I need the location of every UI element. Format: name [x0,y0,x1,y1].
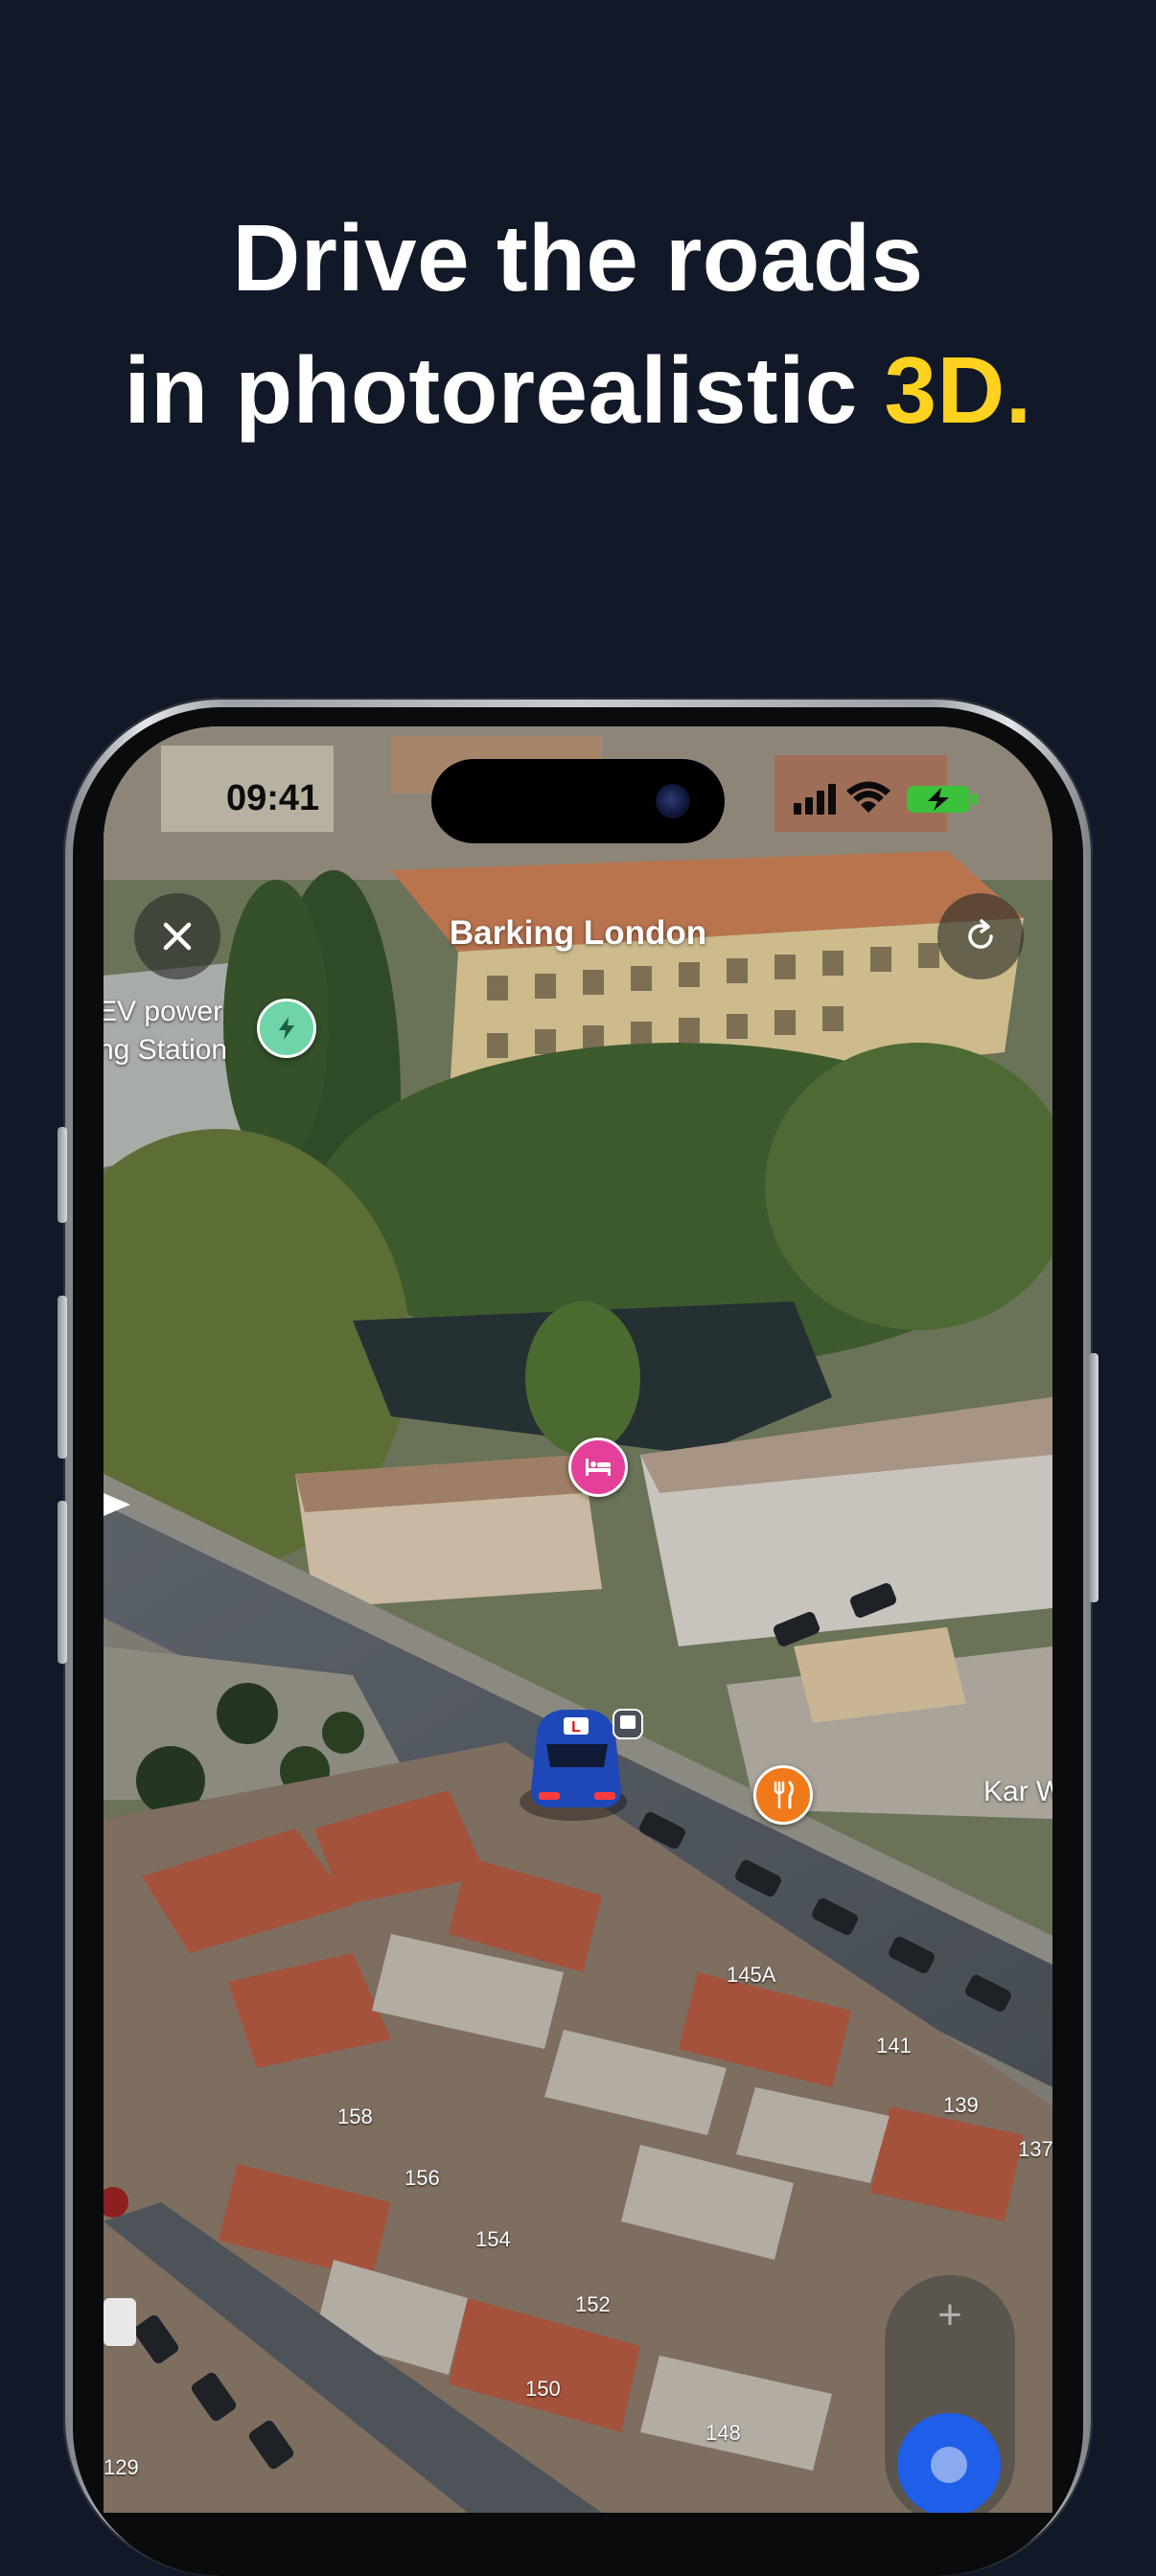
headline-accent: 3D. [884,337,1032,443]
front-camera-icon [656,784,690,818]
zoom-in-button[interactable]: + [885,2294,1015,2336]
map-3d-view[interactable]: L [104,726,1052,2513]
house-number: 145A [727,1963,776,1987]
house-number: 139 [943,2093,979,2117]
refresh-icon [968,919,993,949]
house-number: 148 [705,2421,741,2445]
bus-stop-icon [613,1709,643,1739]
power-button [1089,1353,1098,1602]
poi-pin-hotel[interactable] [568,1438,628,1497]
headline-line-2: in photorealistic 3D. [0,324,1156,456]
phone-screen: L 09:41 Barking London EV power ng Stati… [104,726,1052,2513]
house-number: 152 [575,2292,611,2316]
action-button [58,1127,67,1223]
poi-label-restaurant[interactable]: Kar W [983,1773,1052,1811]
status-icons [794,781,978,815]
house-number: 141 [876,2034,912,2058]
house-number: 154 [475,2227,511,2251]
restaurant-icon [774,1781,794,1809]
poi-label-ev-station[interactable]: EV power ng Station [104,993,227,1070]
house-number: 156 [405,2166,440,2190]
volume-down-button [58,1501,67,1664]
ev-charging-icon [279,1017,294,1040]
poi-pin-ev-station[interactable] [257,999,316,1058]
headline-line-1: Drive the roads [232,205,924,310]
signal-icon [794,784,836,815]
house-number: 150 [525,2377,561,2401]
volume-up-button [58,1296,67,1459]
headline-line-2-text: in photorealistic [124,337,885,443]
status-time: 09:41 [226,778,320,818]
locate-icon [931,2447,967,2483]
refresh-button[interactable] [937,893,1024,979]
hotel-bed-icon [586,1459,611,1476]
house-number: 158 [337,2104,373,2128]
map-title: Barking London [449,914,707,952]
house-number: 137 [1018,2137,1052,2161]
svg-text:L: L [571,1719,581,1736]
locate-button[interactable] [897,2413,1001,2513]
dynamic-island [431,759,725,843]
house-number: 129 [104,2455,139,2479]
battery-charging-icon [907,786,978,813]
poi-pin-restaurant[interactable] [753,1765,813,1825]
wifi-icon [846,781,890,813]
